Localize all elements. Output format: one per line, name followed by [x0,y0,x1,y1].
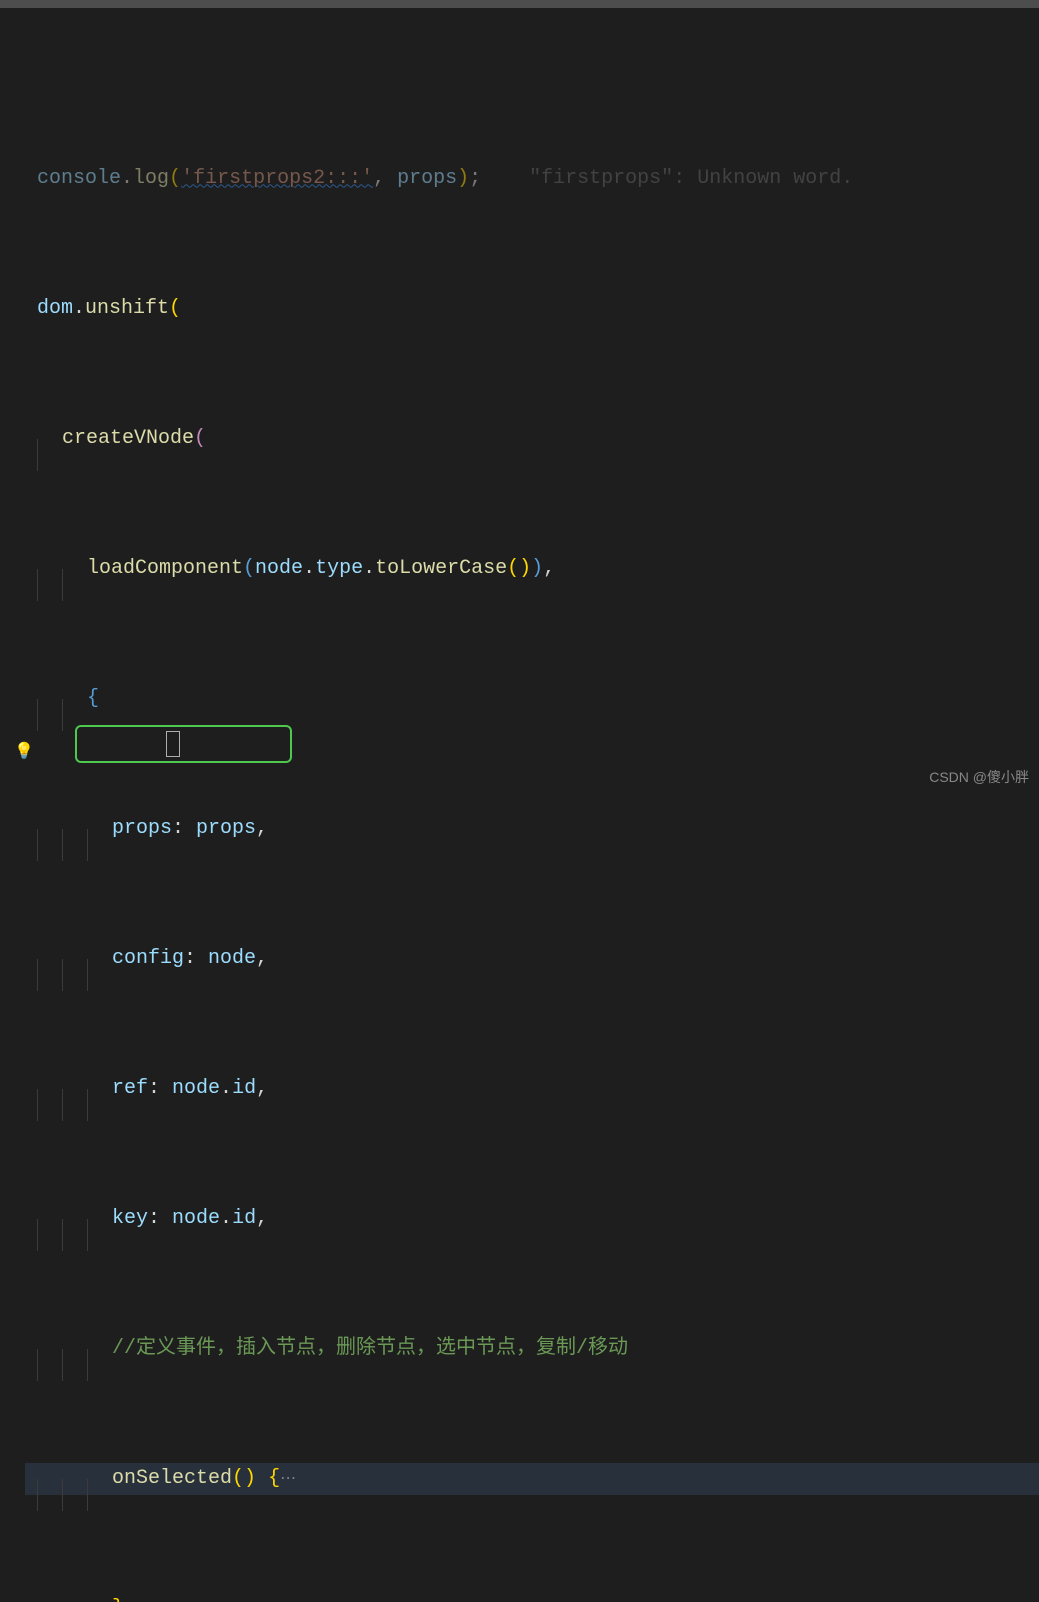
token-brace: { [87,683,99,716]
token-var: console [37,163,121,196]
token-paren: ( [169,163,181,196]
token-punct: , [124,1593,136,1602]
token-brace: } [112,1593,124,1602]
token-var: props [196,813,256,846]
code-line[interactable]: props: props, [37,813,1039,846]
token-space [256,1463,268,1496]
code-line[interactable]: loadComponent(node.type.toLowerCase()), [37,553,1039,586]
code-line[interactable]: key: node.id, [37,1203,1039,1236]
token-paren: ( [507,553,519,586]
token-prop: config [112,943,184,976]
token-brace: { [268,1463,280,1496]
token-punct: , [256,1203,268,1236]
token-var: node [208,943,256,976]
code-line[interactable]: ref: node.id, [37,1073,1039,1106]
token-paren: ( [169,293,181,326]
token-punct: . [220,1203,232,1236]
token-prop: key [112,1203,148,1236]
token-var: node [172,1073,220,1106]
token-func: createVNode [62,423,194,456]
lightbulb-icon[interactable]: 💡 [14,736,34,769]
token-paren: ) [531,553,543,586]
token-comment: //定义事件，插入节点，删除节点，选中节点，复制/移动 [112,1333,628,1366]
lint-hint: "firstprops": Unknown word. [481,163,853,196]
token-punct: : [184,943,208,976]
code-line[interactable]: config: node, [37,943,1039,976]
token-string: 'firstprops2:::' [181,163,373,196]
token-punct: . [363,553,375,586]
token-paren: ) [519,553,531,586]
token-func: log [133,163,169,196]
token-var: id [232,1203,256,1236]
token-punct: . [220,1073,232,1106]
token-var: dom [37,293,73,326]
token-prop: ref [112,1073,148,1106]
token-punct: : [172,813,196,846]
token-paren: ( [194,423,206,456]
watermark: CSDN @傻小胖 [929,761,1029,794]
token-var: node [172,1203,220,1236]
token-punct: , [373,163,397,196]
selection-highlight [75,725,292,763]
token-paren: ) [457,163,469,196]
code-line[interactable]: //定义事件，插入节点，删除节点，选中节点，复制/移动 [37,1333,1039,1366]
code-line[interactable]: console.log('firstprops2:::', props); "f… [37,163,1039,196]
token-punct: : [148,1073,172,1106]
token-paren: ) [244,1463,256,1496]
token-punct: , [256,943,268,976]
token-paren: ( [243,553,255,586]
code-line[interactable]: createVNode( [37,423,1039,456]
token-punct: . [303,553,315,586]
token-func: onSelected [112,1463,232,1496]
token-func: toLowerCase [375,553,507,586]
token-prop: props [112,813,172,846]
token-punct: ; [469,163,481,196]
fold-indicator-icon[interactable]: ⋯ [280,1463,296,1496]
token-var: id [232,1073,256,1106]
token-punct: , [256,813,268,846]
code-line[interactable]: dom.unshift( [37,293,1039,326]
token-punct: . [73,293,85,326]
token-punct: . [121,163,133,196]
token-func: unshift [85,293,169,326]
token-var: type [315,553,363,586]
cursor [166,731,180,757]
token-var: node [255,553,303,586]
token-paren: ( [232,1463,244,1496]
token-punct: , [256,1073,268,1106]
code-line[interactable]: onSelected() {⋯ [25,1463,1039,1496]
token-punct: : [148,1203,172,1236]
code-editor[interactable]: console.log('firstprops2:::', props); "f… [0,0,1039,1602]
code-line[interactable]: }, [37,1593,1039,1602]
token-punct: , [543,553,555,586]
code-line[interactable]: { [37,683,1039,716]
token-var: props [397,163,457,196]
token-func: loadComponent [87,553,243,586]
